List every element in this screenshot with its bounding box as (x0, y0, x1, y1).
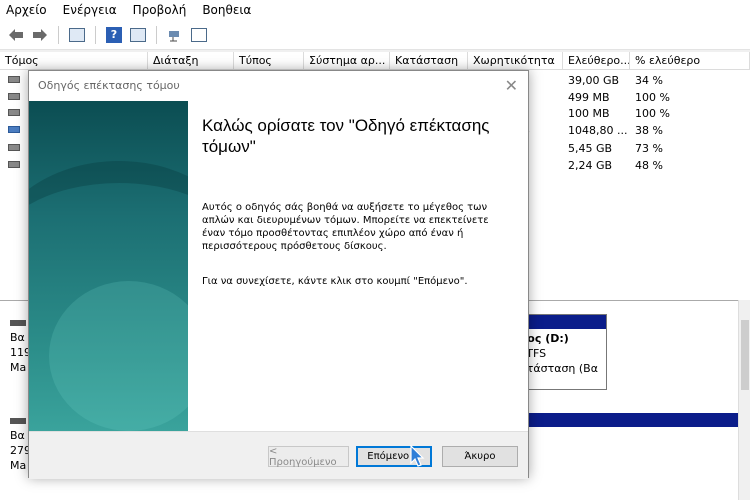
cancel-button[interactable]: Άκυρο (442, 446, 518, 467)
close-icon[interactable]: ✕ (505, 76, 518, 95)
volume-icon (8, 109, 20, 116)
dialog-button-bar: < Προηγούμενο Επόμενο > Άκυρο (29, 432, 528, 479)
column-capacity[interactable]: Χωρητικότητα (468, 52, 563, 70)
extend-volume-wizard: Οδηγός επέκτασης τόμου ✕ Καλώς ορίσατε τ… (28, 70, 529, 479)
toolbar-separator (95, 25, 96, 44)
scrollbar-thumb[interactable] (741, 320, 749, 390)
properties-icon[interactable] (128, 25, 148, 45)
disk-icon (10, 418, 26, 424)
volume-list-header: Τόμος Διάταξη Τύπος Σύστημα αρ... Κατάστ… (0, 52, 750, 70)
percent-free-value: 48 % (635, 159, 663, 172)
dialog-heading: Καλώς ορίσατε τον "Οδηγό επέκτασης τόμων… (202, 116, 490, 156)
back-button[interactable]: < Προηγούμενο (268, 446, 349, 468)
scrollbar[interactable] (738, 300, 750, 500)
percent-free-value: 73 % (635, 142, 663, 155)
volume-icon (8, 161, 20, 168)
partition-bar[interactable] (512, 413, 750, 427)
menu-bar: Αρχείο Ενέργεια Προβολή Βοηθεια (0, 0, 750, 20)
free-space-value: 5,45 GB (568, 142, 613, 155)
percent-free-value: 38 % (635, 124, 663, 137)
dialog-title: Οδηγός επέκτασης τόμου (38, 79, 180, 92)
column-layout[interactable]: Διάταξη (148, 52, 234, 70)
partition-status: ιτάσταση (Βα (523, 362, 598, 375)
volume-icon (8, 93, 20, 100)
help-icon[interactable]: ? (104, 25, 124, 45)
dialog-description: Αυτός ο οδηγός σάς βοηθά να αυξήσετε το … (202, 202, 489, 252)
free-space-value: 2,24 GB (568, 159, 613, 172)
dialog-instruction: Για να συνεχίσετε, κάντε κλικ στο κουμπί… (202, 276, 468, 287)
free-space-value: 499 MB (568, 91, 610, 104)
column-percent-free[interactable]: % ελεύθερο (630, 52, 750, 70)
volume-icon (8, 144, 20, 151)
percent-free-value: 34 % (635, 74, 663, 87)
volume-icon (8, 126, 20, 133)
menu-action[interactable]: Ενέργεια (63, 3, 117, 17)
column-free-space[interactable]: Ελεύθερο... (563, 52, 630, 70)
volume-icon (8, 76, 20, 83)
wizard-side-banner (29, 101, 188, 431)
connect-icon[interactable] (165, 25, 185, 45)
toolbar: ? (0, 20, 750, 50)
console-tree-icon[interactable] (67, 25, 87, 45)
menu-help[interactable]: Βοηθεια (202, 3, 251, 17)
free-space-value: 1048,80 ... (568, 124, 628, 137)
free-space-value: 100 MB (568, 107, 610, 120)
column-volume[interactable]: Τόμος (0, 52, 148, 70)
toolbar-separator (156, 25, 157, 44)
forward-arrow-icon[interactable] (30, 25, 50, 45)
mouse-cursor-icon (410, 445, 425, 467)
column-type[interactable]: Τύπος (234, 52, 304, 70)
partition-name: ιος (D:) (523, 332, 569, 345)
dialog-titlebar[interactable]: Οδηγός επέκτασης τόμου ✕ (29, 71, 528, 101)
partition-filesystem: ITFS (523, 347, 547, 360)
toolbar-separator (58, 25, 59, 44)
disk-icon (10, 320, 26, 326)
column-status[interactable]: Κατάσταση (390, 52, 468, 70)
menu-view[interactable]: Προβολή (133, 3, 187, 17)
percent-free-value: 100 % (635, 91, 670, 104)
menu-file[interactable]: Αρχείο (6, 3, 47, 17)
column-filesystem[interactable]: Σύστημα αρ... (304, 52, 390, 70)
list-icon[interactable] (189, 25, 209, 45)
free-space-value: 39,00 GB (568, 74, 620, 87)
percent-free-value: 100 % (635, 107, 670, 120)
back-arrow-icon[interactable] (6, 25, 26, 45)
